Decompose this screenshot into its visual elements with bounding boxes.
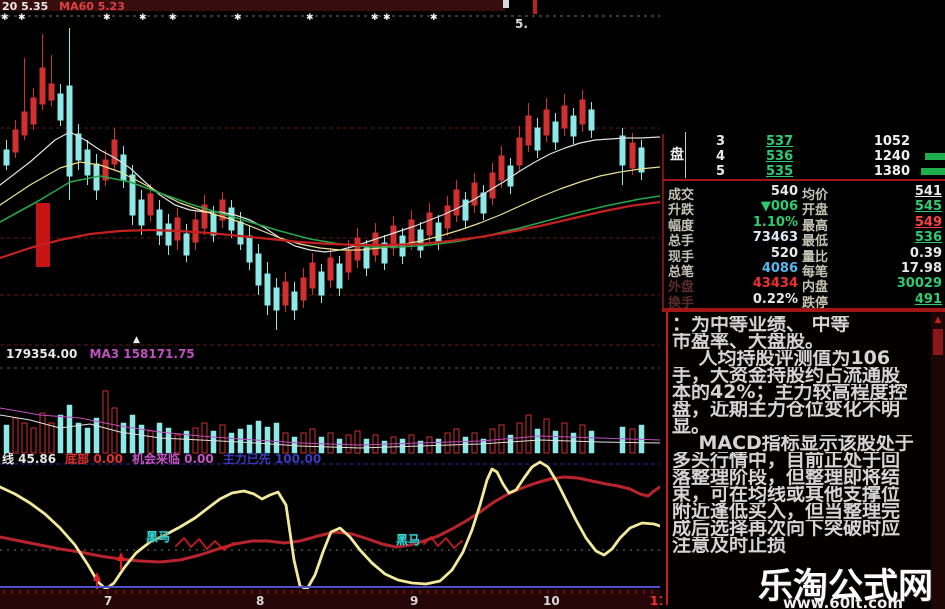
svg-text:✱: ✱ — [139, 13, 147, 23]
quote-value: 43434 — [752, 276, 798, 292]
dark-horse-annotation: 黑马 — [146, 530, 171, 544]
queue-price: 537 — [766, 134, 794, 149]
queue-volume-bar — [925, 153, 945, 160]
svg-text:✱: ✱ — [18, 13, 26, 23]
quote-value: ▼006 — [760, 199, 798, 215]
analysis-text-line: 多头行情中，目前正处于回 — [672, 452, 901, 469]
quote-value: 1.10% — [752, 214, 798, 230]
indicator-legend-item: 线 45.86 — [2, 452, 57, 466]
queue-price: 535 — [766, 164, 794, 179]
x-axis-tick: 8 — [256, 594, 265, 608]
quote-value: 0.39 — [909, 245, 942, 261]
analysis-text-line: 本的42%；主力较高程度控 — [672, 384, 908, 401]
quote-value: 549 — [914, 214, 942, 230]
quote-value: 4086 — [761, 261, 798, 276]
indicator-legend-item: 主力已先 100.00 — [222, 452, 322, 466]
volume-value: 179354.00 — [6, 347, 78, 361]
indicator-legend-item: 底部 0.00 — [65, 452, 123, 466]
quote-value: 0.22% — [752, 291, 798, 307]
watermark-site-url: www.60lt.com — [782, 594, 903, 609]
queue-volume: 1052 — [873, 134, 910, 149]
kline-top-notch — [503, 0, 509, 8]
queue-level: 3 — [716, 134, 726, 149]
order-queue-row: 4 536 1240 — [690, 149, 945, 164]
analysis-text-line: 人均持股评测值为106 — [672, 350, 891, 367]
analysis-text: ：为中等业绩、 中等 市盈率、大盘股。 人均持股评测值为106 手，大资金持股约占流… — [672, 316, 924, 554]
svg-text:✱: ✱ — [1, 13, 9, 23]
stock-app-window: ✱ ✱ ✱ ✱ ✱ ✱ ✱ ✱ ✱ ✱ 20 5.35 MA60 5.23 5. ▲ 179354… — [0, 0, 945, 609]
analysis-text-line: 附近逢低买入，但当整理完 — [672, 503, 901, 520]
quote-data-row: 幅度 1.10% 最高 549 — [662, 214, 945, 234]
scrollbar-thumb[interactable] — [933, 329, 943, 355]
svg-text:✱: ✱ — [306, 13, 314, 23]
quote-value: 17.98 — [900, 261, 942, 276]
analysis-text-line: 市盈率、大盘股。 — [672, 333, 825, 350]
queue-volume: 1240 — [873, 149, 910, 164]
order-queue-label: 盘 — [670, 147, 684, 163]
quote-data-row: 现手 520 量比 0.39 — [662, 245, 945, 265]
analysis-text-line: 注意及时止损 — [672, 537, 787, 554]
volume-ma3-value: MA3 158171.75 — [89, 347, 195, 361]
svg-text:✱: ✱ — [383, 13, 391, 23]
volume-legend: 179354.00 MA3 158171.75 — [6, 347, 195, 361]
analysis-text-line: 手，大资金持股约占流通股 — [672, 367, 901, 384]
volume-marker-icon: ▲ — [133, 335, 140, 345]
kline-top-red-tick — [533, 0, 537, 14]
queue-level: 4 — [716, 149, 726, 164]
queue-level: 5 — [716, 164, 726, 179]
analysis-text-line: MACD指标显示该股处于 — [672, 435, 914, 452]
quote-value: 541 — [914, 184, 942, 199]
analysis-left-border — [666, 312, 668, 605]
svg-text:✱: ✱ — [234, 13, 242, 23]
panel-separator-top — [662, 179, 945, 181]
analysis-text-line: ：为中等业绩、 中等 — [672, 316, 850, 333]
quote-panel: 盘 3 537 1052 4 536 1240 5 535 1380 成交 540 均价 541 升跌 ▼… — [662, 130, 945, 311]
svg-text:✱: ✱ — [103, 13, 111, 23]
indicator-legend-item: 机会来临 0.00 — [131, 452, 214, 466]
analysis-top-border — [662, 310, 945, 312]
quote-value: 491 — [914, 291, 942, 307]
quote-data-row: 成交 540 均价 541 — [662, 184, 945, 203]
quote-value: 73463 — [752, 230, 798, 246]
queue-price: 536 — [766, 149, 794, 164]
x-axis-tick: 9 — [410, 594, 419, 608]
quote-data-row: 总手 73463 最低 536 — [662, 230, 945, 249]
order-queue-row: 5 535 1380 — [690, 164, 945, 179]
ma20-value: 20 5.35 — [2, 0, 49, 13]
quote-data-row: 换手 0.22% 跌停 491 — [662, 291, 945, 311]
analysis-scrollbar[interactable]: ▲ — [931, 312, 945, 609]
quote-value: 540 — [770, 184, 798, 199]
queue-volume-bar — [921, 168, 945, 175]
dark-horse-annotation: 黑马 — [396, 533, 421, 547]
kline-chart-canvas[interactable]: ✱ ✱ ✱ ✱ ✱ ✱ ✱ ✱ ✱ ✱ — [0, 0, 660, 609]
x-axis-tick: 7 — [104, 594, 113, 608]
analysis-text-line: 束，可在均线或其他支撑位 — [672, 486, 901, 503]
order-queue-divider — [685, 132, 686, 178]
order-queue-row: 3 537 1052 — [690, 134, 945, 149]
quote-value: 30029 — [896, 276, 942, 292]
price-axis-label: 5. — [515, 17, 528, 31]
ma60-value: MA60 5.23 — [59, 0, 125, 13]
analysis-text-line: 成后选择再次向下突破时应 — [672, 520, 901, 537]
quote-data-row: 总笔 4086 每笔 17.98 — [662, 261, 945, 280]
quote-value: 536 — [914, 230, 942, 246]
x-axis-tick: 10 — [543, 594, 560, 608]
quote-value: 545 — [914, 199, 942, 215]
analysis-text-line: 显。 — [672, 418, 711, 435]
quote-value: 520 — [770, 245, 798, 261]
svg-text:✱: ✱ — [169, 13, 177, 23]
indicator-legend: 线 45.86 底部 0.00 机会来临 0.00 主力已先 100.00 — [2, 450, 330, 467]
queue-volume: 1380 — [873, 164, 910, 179]
scroll-up-arrow-icon[interactable]: ▲ — [932, 314, 944, 327]
quote-data-row: 升跌 ▼006 开盘 545 — [662, 199, 945, 218]
svg-text:✱: ✱ — [430, 13, 438, 23]
kline-ma-legend: 20 5.35 MA60 5.23 — [2, 0, 125, 13]
svg-text:✱: ✱ — [371, 13, 379, 23]
quote-data-row: 外盘 43434 内盘 30029 — [662, 276, 945, 295]
analysis-text-line: 落整理阶段，但整理即将结 — [672, 469, 901, 486]
analysis-text-line: 盘，近期主力仓位变化不明 — [672, 401, 901, 418]
